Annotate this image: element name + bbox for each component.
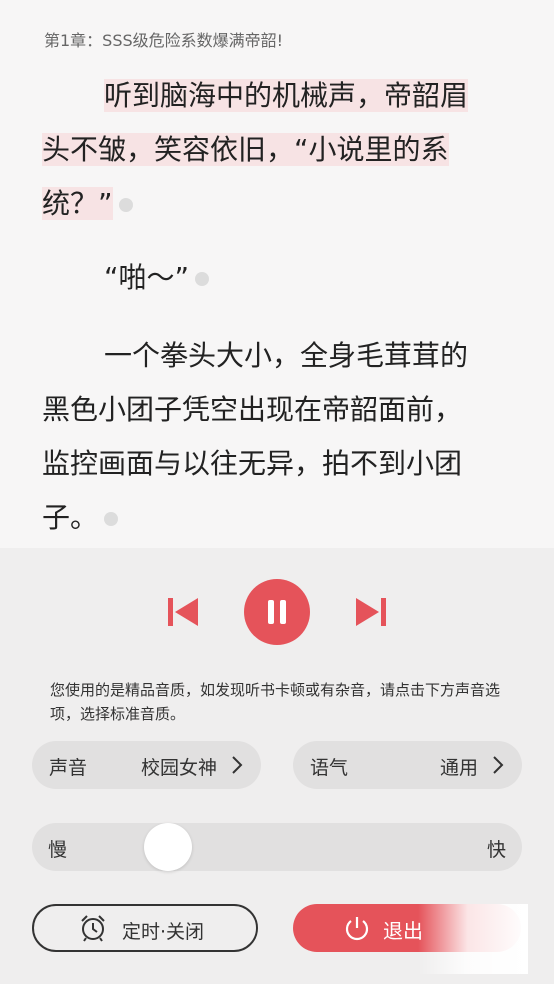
text-line: 头不皱，笑容依旧，“小说里的系 bbox=[42, 133, 449, 166]
chevron-right-icon bbox=[493, 756, 504, 774]
chapter-title: 第1章：SSS级危险系数爆满帝韶! bbox=[44, 31, 284, 50]
exit-button[interactable]: 退出 bbox=[293, 904, 521, 952]
paragraph-marker-icon bbox=[118, 198, 133, 212]
skip-next-icon[interactable] bbox=[354, 595, 388, 629]
paragraph-marker-icon bbox=[195, 272, 210, 286]
power-icon bbox=[345, 917, 369, 941]
tone-label: 语气 bbox=[310, 757, 349, 779]
text-line: 一个拳头大小，全身毛茸茸的 bbox=[104, 339, 469, 372]
speed-slider[interactable]: 慢 快 bbox=[32, 823, 522, 871]
speed-slow-label: 慢 bbox=[48, 839, 68, 861]
voice-selector[interactable]: 声音 校园女神 bbox=[32, 741, 261, 789]
reading-area: 第1章：SSS级危险系数爆满帝韶! 听到脑海中的机械声，帝韶眉 头不皱，笑容依旧… bbox=[0, 0, 554, 548]
text-line: “啪～” bbox=[104, 258, 210, 298]
chevron-right-icon bbox=[232, 756, 243, 774]
tone-selector[interactable]: 语气 通用 bbox=[293, 741, 522, 789]
text-line: 监控画面与以往无异，拍不到小团 bbox=[42, 447, 463, 480]
voice-label: 声音 bbox=[49, 757, 88, 779]
text-line: 统？” bbox=[42, 184, 133, 224]
exit-label: 退出 bbox=[383, 919, 423, 943]
pause-icon bbox=[268, 600, 274, 624]
audio-quality-notice: 您使用的是精品音质，如发现听书卡顿或有杂音，请点击下方声音选项，选择标准音质。 bbox=[50, 681, 501, 723]
alarm-clock-icon bbox=[81, 915, 105, 942]
speed-slider-thumb[interactable] bbox=[143, 823, 192, 871]
skip-previous-icon[interactable] bbox=[166, 595, 200, 629]
timer-button[interactable]: 定时·关闭 bbox=[32, 904, 258, 952]
text-line: 黑色小团子凭空出现在帝韶面前， bbox=[42, 393, 463, 426]
paragraph-marker-icon bbox=[104, 512, 119, 526]
pause-button[interactable] bbox=[244, 579, 310, 645]
timer-label: 定时·关闭 bbox=[122, 921, 205, 943]
speed-fast-label: 快 bbox=[486, 839, 506, 861]
voice-value: 校园女神 bbox=[140, 757, 217, 779]
text-line: 听到脑海中的机械声，帝韶眉 bbox=[104, 79, 469, 112]
tone-value: 通用 bbox=[439, 757, 478, 779]
text-line: 子。 bbox=[42, 498, 119, 538]
